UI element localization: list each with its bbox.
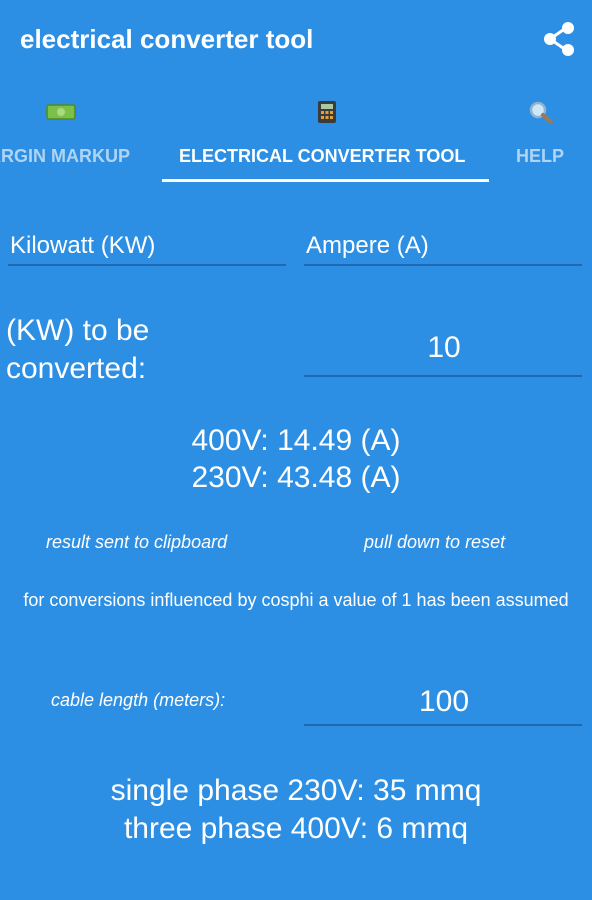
cable-length-input[interactable] — [306, 682, 582, 722]
three-phase-result: three phase 400V: 6 mmq — [123, 812, 469, 845]
magnifier-icon — [529, 101, 553, 124]
money-icon — [46, 104, 76, 120]
tab-electrical-converter-tool-label: ELECTRICAL CONVERTER TOOL — [179, 146, 466, 166]
to-unit-underline — [304, 264, 582, 266]
tab-margin-markup[interactable]: ARGIN MARKUP — [0, 90, 160, 182]
cable-length-label: cable length (meters): — [51, 690, 226, 710]
kw-value-input[interactable] — [306, 328, 582, 368]
to-unit-dropdown[interactable]: Ampere (A) — [306, 232, 429, 260]
app-bar: electrical converter tool — [0, 0, 592, 82]
single-phase-result: single phase 230V: 35 mmq — [110, 774, 482, 807]
calculator-icon — [318, 101, 336, 123]
from-unit-dropdown[interactable]: Kilowatt (KW) — [10, 232, 155, 260]
input-label: (KW) to be converted: — [6, 314, 150, 385]
reset-note: pull down to reset — [364, 532, 506, 552]
cosphi-note: for conversions influenced by cosphi a v… — [23, 590, 569, 610]
cable-length-underline — [304, 724, 582, 726]
kw-value-underline — [304, 375, 582, 377]
tab-bar: ARGIN MARKUP ELECTRICAL CONVERTER TOOL H… — [0, 90, 592, 186]
result-230v: 230V: 43.48 (A) — [191, 461, 401, 494]
tab-margin-markup-label: ARGIN MARKUP — [0, 146, 130, 166]
tab-help-label: HELP — [516, 146, 565, 166]
from-unit-underline — [8, 264, 286, 266]
result-400v: 400V: 14.49 (A) — [191, 424, 401, 457]
tab-electrical-converter-tool[interactable]: ELECTRICAL CONVERTER TOOL — [162, 90, 489, 182]
tab-help[interactable]: HELP — [500, 90, 592, 182]
app-title: electrical converter tool — [20, 24, 314, 54]
clipboard-note: result sent to clipboard — [46, 532, 228, 552]
tab-selected-indicator — [162, 179, 489, 182]
share-icon[interactable] — [540, 20, 578, 58]
